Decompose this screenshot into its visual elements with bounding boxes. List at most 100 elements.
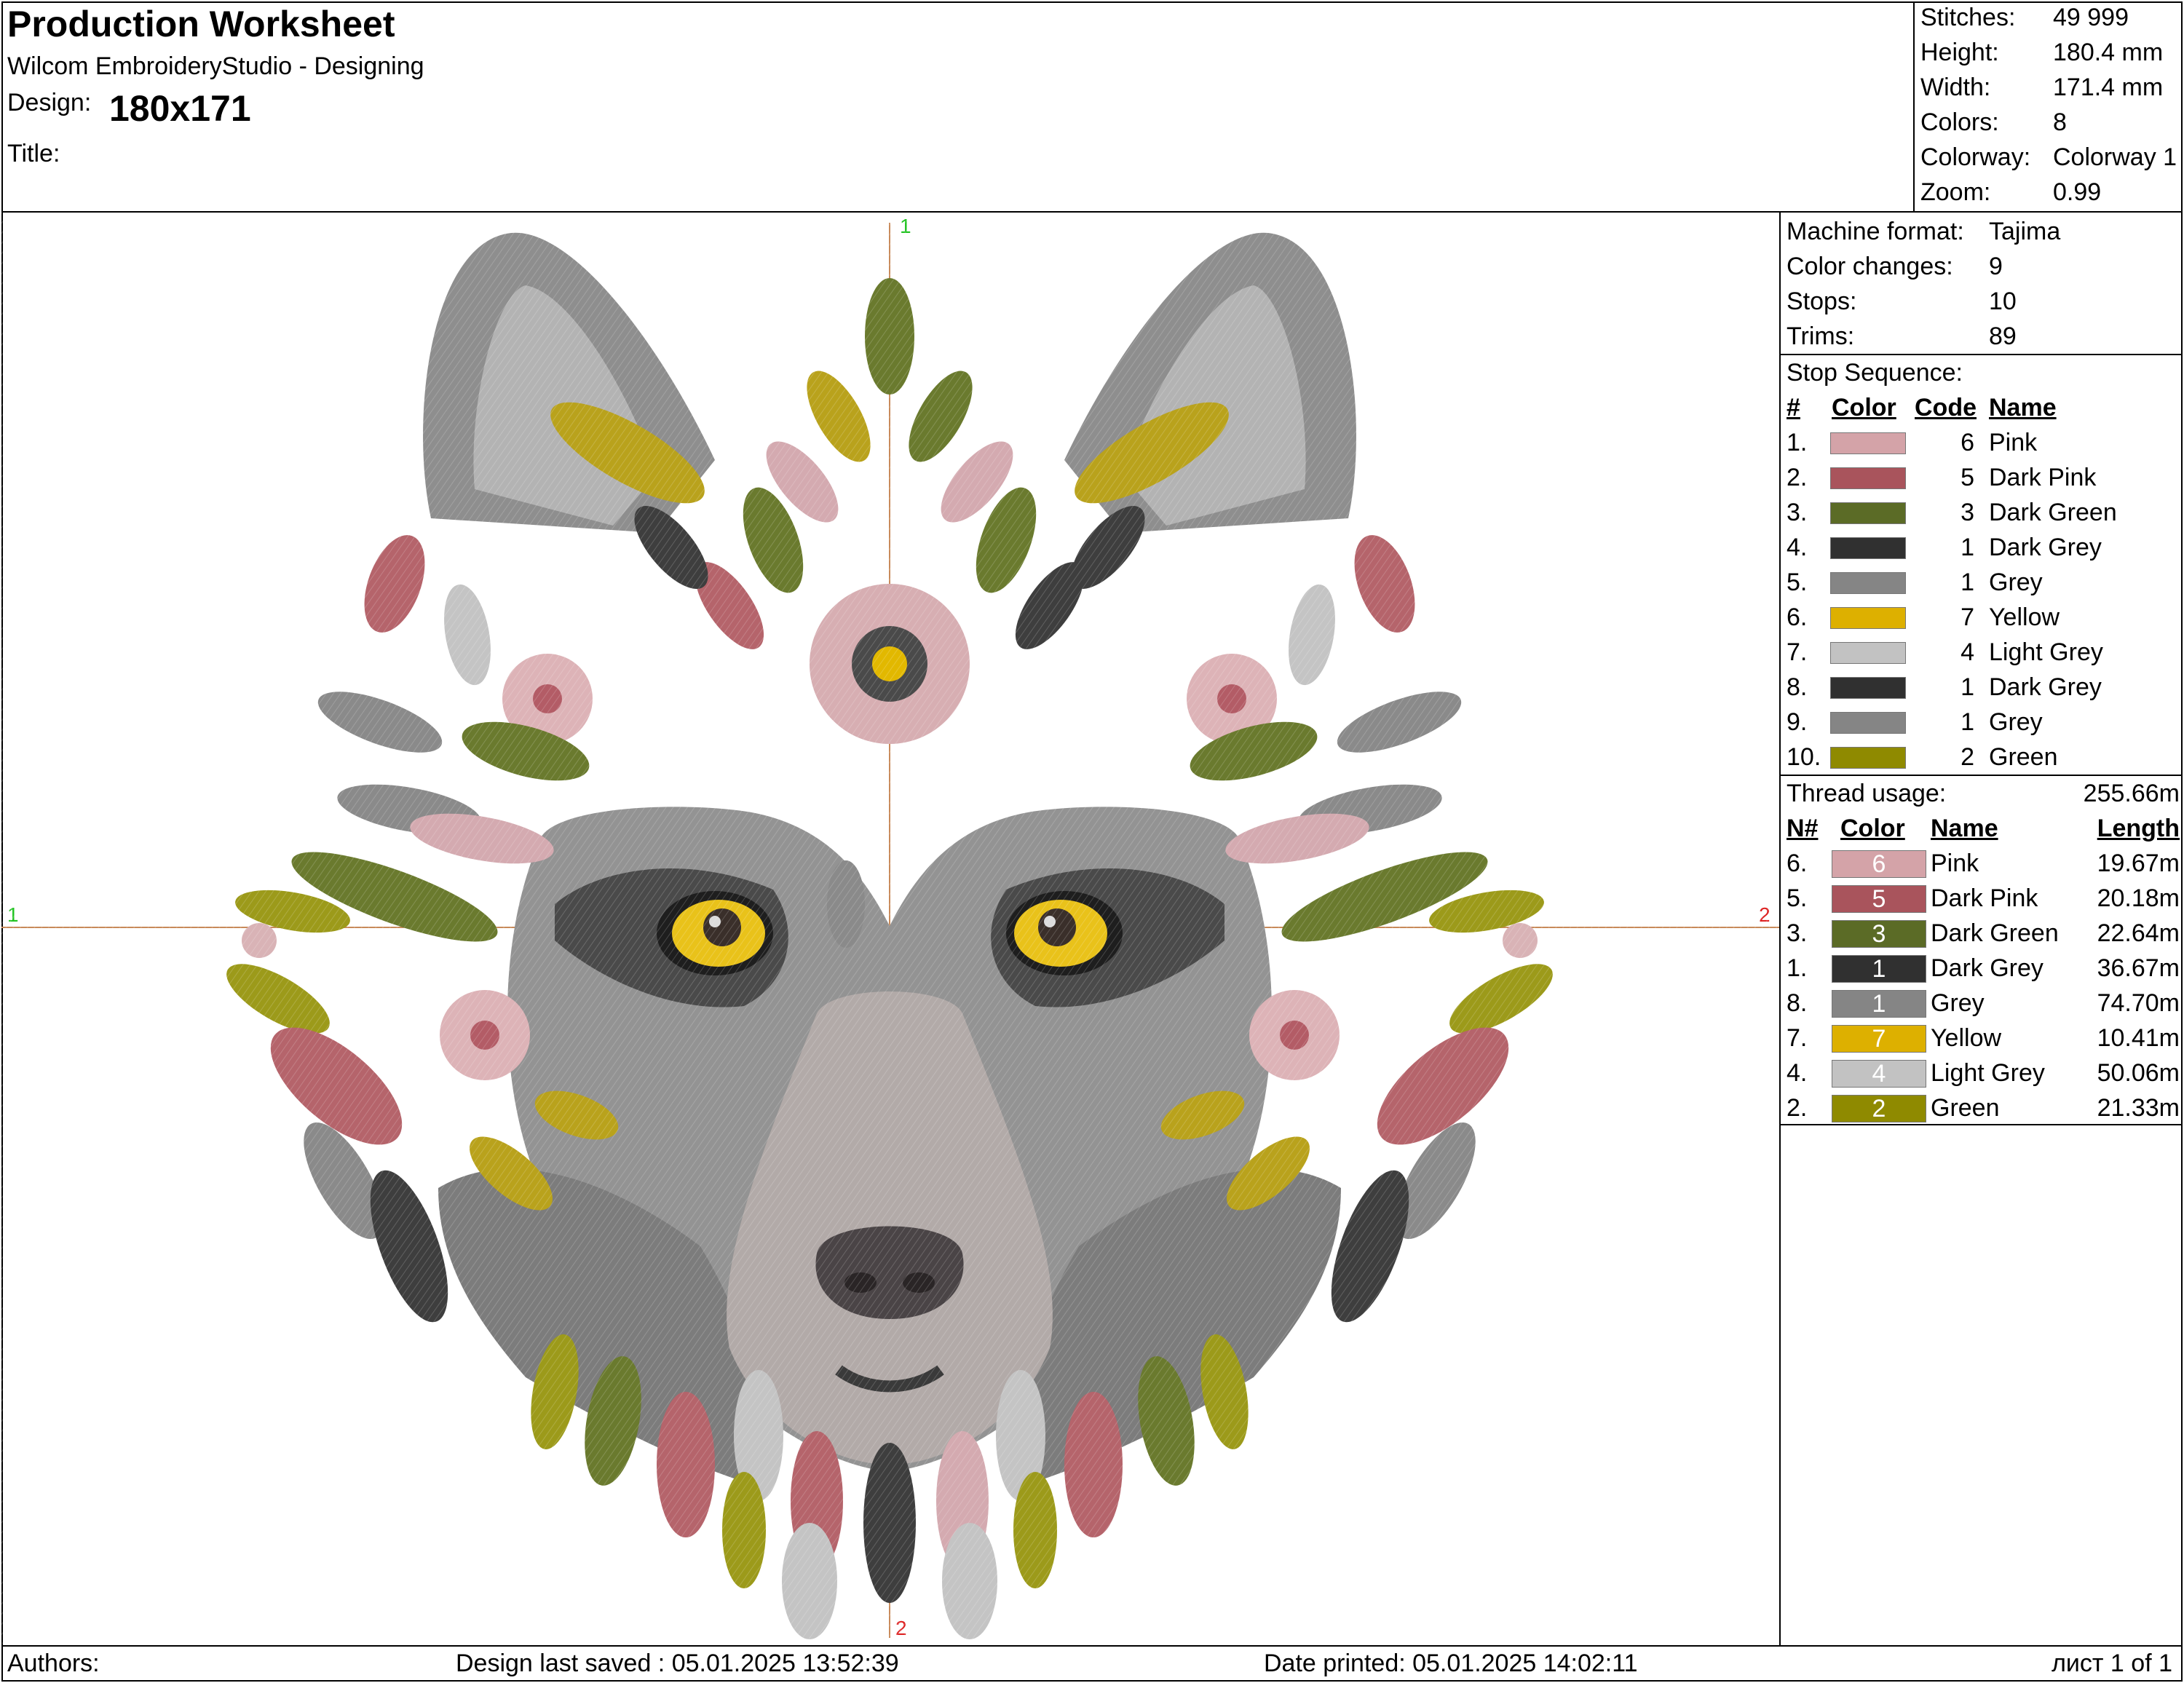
- stop-sequence-row: 7. 4 Light Grey: [1787, 635, 2180, 670]
- stop-number: 10.: [1787, 743, 1821, 771]
- thread-usage-row: 6. 6 Pink 19.67m: [1787, 846, 2180, 881]
- thread-name: Dark Grey: [1931, 954, 2043, 982]
- worksheet-header: Production Worksheet Wilcom EmbroiderySt…: [0, 0, 1913, 211]
- thread-number: 5.: [1787, 884, 1808, 912]
- thread-usage-row: 8. 1 Grey 74.70m: [1787, 986, 2180, 1021]
- thread-code: 5: [1961, 464, 1974, 491]
- marker-right: 2: [1759, 903, 1770, 926]
- stats-panel: Stitches: 49 999 Height: 180.4 mm Width: 17…: [1915, 0, 2183, 211]
- center-flower: [810, 584, 970, 744]
- color-swatch: [1830, 432, 1906, 454]
- stop-sequence-row: 8. 1 Dark Grey: [1787, 670, 2180, 705]
- left-nostril: [844, 1272, 877, 1293]
- last-saved: Design last saved : 05.01.2025 13:52:39: [456, 1650, 899, 1677]
- thread-length: 20.18m: [2097, 884, 2180, 912]
- stop-sequence-row: 5. 1 Grey: [1787, 565, 2180, 600]
- leaf: [1354, 535, 1415, 633]
- thread-name: Pink: [1989, 429, 2038, 456]
- wolf-nose: [815, 1226, 964, 1319]
- leaf: [317, 692, 443, 753]
- color-swatch: [1830, 642, 1906, 664]
- date-printed: Date printed: 05.01.2025 14:02:11: [1264, 1650, 1638, 1677]
- leaf: [1064, 1392, 1123, 1537]
- sheet-number: лист 1 of 1: [2052, 1650, 2172, 1677]
- leaf: [1337, 692, 1462, 753]
- leaf: [364, 535, 425, 633]
- leaf: [1013, 1472, 1057, 1588]
- thread-code: 1: [1961, 534, 1974, 561]
- marker-bottom: 2: [895, 1617, 907, 1639]
- stop-sequence-row: 1. 6 Pink: [1787, 425, 2180, 460]
- thread-number: 1.: [1787, 954, 1808, 982]
- stop-sequence-header: # Color Code Name: [1787, 394, 2057, 421]
- thread-usage-row: 3. 3 Dark Green 22.64m: [1787, 916, 2180, 951]
- thread-usage-row: 4. 4 Light Grey 50.06m: [1787, 1056, 2180, 1090]
- stat-width: Width: 171.4 mm: [1920, 74, 2164, 101]
- right-eye-highlight: [1044, 916, 1056, 927]
- thread-code: 6: [1961, 429, 1974, 456]
- stop-sequence-row: 3. 3 Dark Green: [1787, 495, 2180, 530]
- color-swatch: [1830, 572, 1906, 594]
- left-eye-highlight: [709, 916, 721, 927]
- thread-name: Green: [1989, 743, 2058, 771]
- thread-name: Grey: [1989, 708, 2043, 736]
- thread-usage-header: N# Color Name Length: [1787, 815, 2180, 842]
- thread-name: Yellow: [1989, 603, 2060, 631]
- color-swatch: 2: [1832, 1095, 1926, 1122]
- thread-usage-row: 2. 2 Green 21.33m: [1787, 1090, 2180, 1125]
- stop-sequence-row: 10. 2 Green: [1787, 740, 2180, 775]
- thread-name: Dark Pink: [1931, 884, 2038, 912]
- thread-code: 7: [1961, 603, 1974, 631]
- color-swatch: [1830, 467, 1906, 489]
- color-swatch: 5: [1832, 885, 1926, 913]
- leaf: [1289, 584, 1335, 686]
- color-swatch: [1830, 607, 1906, 629]
- side-flower-left-lower: [440, 990, 530, 1080]
- stop-number: 2.: [1787, 464, 1808, 491]
- stop-number: 4.: [1787, 534, 1808, 561]
- color-swatch: [1830, 747, 1906, 769]
- leaf: [657, 1392, 715, 1537]
- thread-length: 19.67m: [2097, 850, 2180, 877]
- authors-label: Authors:: [7, 1650, 100, 1677]
- thread-length: 50.06m: [2097, 1059, 2180, 1087]
- side-flower-right-lower: [1249, 990, 1340, 1080]
- color-swatch: [1830, 502, 1906, 524]
- thread-length: 21.33m: [2097, 1094, 2180, 1122]
- design-label: Design:: [7, 89, 92, 116]
- thread-name: Light Grey: [1989, 638, 2103, 666]
- thread-number: 8.: [1787, 989, 1808, 1017]
- app-name: Wilcom EmbroideryStudio - Designing: [7, 52, 424, 80]
- thread-name: Dark Green: [1931, 919, 2059, 947]
- thread-number: 6.: [1787, 850, 1808, 877]
- marker-left: 1: [7, 903, 19, 926]
- thread-name: Yellow: [1931, 1024, 2002, 1052]
- stop-number: 7.: [1787, 638, 1808, 666]
- leaf: [942, 1523, 997, 1639]
- title-label: Title:: [7, 140, 60, 167]
- color-swatch: 7: [1832, 1025, 1926, 1053]
- leaf: [909, 371, 973, 462]
- side-panel-divider: [1779, 211, 1781, 1645]
- leaf: [444, 584, 491, 686]
- page-title: Production Worksheet: [7, 4, 395, 44]
- leaf: [827, 860, 865, 948]
- stop-sequence-row: 6. 7 Yellow: [1787, 600, 2180, 635]
- stop-sequence-row: 2. 5 Dark Pink: [1787, 460, 2180, 495]
- color-swatch: 1: [1832, 955, 1926, 983]
- right-nostril: [903, 1272, 935, 1293]
- color-swatch: 4: [1832, 1060, 1926, 1088]
- thread-length: 10.41m: [2097, 1024, 2180, 1052]
- thread-usage-title: Thread usage: 255.66m: [1787, 780, 2180, 807]
- design-preview: 1 1 2 2: [1, 213, 1779, 1644]
- thread-number: 7.: [1787, 1024, 1808, 1052]
- right-bud: [1503, 923, 1538, 958]
- color-swatch: [1830, 537, 1906, 559]
- thread-usage-row: 7. 7 Yellow 10.41m: [1787, 1021, 2180, 1056]
- color-swatch: [1830, 712, 1906, 734]
- leaf: [722, 1472, 766, 1588]
- thread-code: 4: [1961, 638, 1974, 666]
- left-pupil: [703, 908, 741, 946]
- thread-code: 1: [1961, 708, 1974, 736]
- leaf: [863, 1443, 916, 1603]
